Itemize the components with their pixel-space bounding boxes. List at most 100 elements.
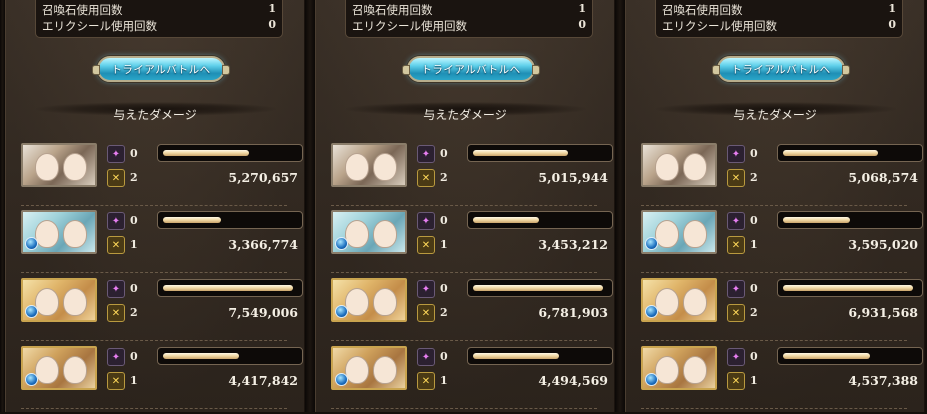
usage-stats-box: 召喚石使用回数 1 エリクシール使用回数 0 [655,0,903,38]
damage-bar [777,279,923,297]
character-portrait[interactable] [331,143,407,187]
chain-count: 2 [750,306,758,319]
character-portrait[interactable] [331,346,407,390]
character-damage-row: ✦ 0 ✕ 2 7,549,006 [6,278,306,346]
character-damage-row: ✦ 0 ✕ 1 4,494,569 [316,346,616,414]
character-face [373,220,397,248]
elixir-uses-label: エリクシール使用回数 [662,19,777,33]
chain-burst-icon: ✕ [727,169,745,187]
chain-count: 2 [440,171,448,184]
damage-section-title: 与えたダメージ [733,108,817,122]
row-separator [331,205,597,206]
elixir-uses-value: 0 [578,18,586,31]
trial-battle-button-label: トライアルバトルへ [111,63,211,76]
ougi-star-icon: ✦ [107,145,125,163]
character-portrait[interactable] [641,143,717,187]
trial-battle-button[interactable]: トライアルバトルへ [92,56,230,82]
character-portrait[interactable] [641,346,717,390]
character-portrait[interactable] [21,143,97,187]
ougi-count: 0 [130,147,138,160]
character-damage-row: ✦ 0 ✕ 1 3,366,774 [6,210,306,278]
damage-bar-fill [163,150,249,156]
water-element-icon [335,237,348,250]
chain-count: 2 [750,171,758,184]
character-face [35,356,59,384]
character-damage-row: ✦ 0 ✕ 2 5,015,944 [316,143,616,211]
elixir-uses-value: 0 [268,18,276,31]
character-face [63,288,87,316]
damage-bar [157,144,303,162]
ougi-star-icon: ✦ [417,145,435,163]
chain-count: 2 [440,306,448,319]
character-face [373,356,397,384]
damage-value: 4,537,388 [848,373,918,388]
character-portrait[interactable] [21,210,97,254]
character-damage-row: ✦ 0 ✕ 1 3,595,020 [626,210,926,278]
character-portrait[interactable] [641,278,717,322]
row-separator [641,408,907,409]
damage-bar [467,211,613,229]
ougi-star-icon: ✦ [727,212,745,230]
damage-bar-fill [473,150,568,156]
character-face [655,220,679,248]
summon-uses-row: 召喚石使用回数 1 [42,2,276,18]
summon-uses-value: 1 [888,2,896,15]
row-separator [21,408,287,409]
character-damage-row: ✦ 0 ✕ 1 4,417,842 [6,346,306,414]
chain-count: 1 [130,238,138,251]
trial-battle-button[interactable]: トライアルバトルへ [402,56,540,82]
damage-value: 7,549,006 [228,305,298,320]
damage-value: 5,015,944 [538,170,608,185]
damage-bar-fill [783,285,913,291]
damage-bar-fill [783,353,870,359]
damage-value: 5,068,574 [848,170,918,185]
damage-bar [777,144,923,162]
damage-bar-fill [163,217,221,223]
character-face [63,153,87,181]
damage-bar-fill [473,217,539,223]
ougi-star-icon: ✦ [727,280,745,298]
row-separator [641,272,907,273]
usage-stats-box: 召喚石使用回数 1 エリクシール使用回数 0 [345,0,593,38]
ougi-count: 0 [750,282,758,295]
damage-value: 5,270,657 [228,170,298,185]
damage-bar-fill [783,150,878,156]
damage-bar [777,347,923,365]
chain-count: 1 [440,238,448,251]
damage-value: 6,781,903 [538,305,608,320]
character-portrait[interactable] [331,278,407,322]
ougi-star-icon: ✦ [107,348,125,366]
damage-bar [777,211,923,229]
ougi-star-icon: ✦ [727,145,745,163]
character-portrait[interactable] [331,210,407,254]
character-face [683,153,707,181]
elixir-uses-row: エリクシール使用回数 0 [352,18,586,34]
results-screen: 召喚石使用回数 1 エリクシール使用回数 0 トライアルバトルへ 与えたダメージ… [0,0,927,412]
chain-burst-icon: ✕ [727,304,745,322]
elixir-uses-value: 0 [888,18,896,31]
damage-value: 3,453,212 [538,237,608,252]
character-damage-row: ✦ 0 ✕ 1 3,453,212 [316,210,616,278]
damage-value: 3,595,020 [848,237,918,252]
character-face [683,356,707,384]
chain-burst-icon: ✕ [107,236,125,254]
damage-value: 6,931,568 [848,305,918,320]
chain-burst-icon: ✕ [417,236,435,254]
character-portrait[interactable] [21,278,97,322]
ougi-count: 0 [440,282,448,295]
trial-battle-button[interactable]: トライアルバトルへ [712,56,850,82]
ougi-star-icon: ✦ [107,280,125,298]
row-separator [331,408,597,409]
chain-count: 2 [130,171,138,184]
chain-count: 1 [130,374,138,387]
damage-bar [157,211,303,229]
ougi-count: 0 [440,214,448,227]
water-element-icon [25,373,38,386]
character-face [345,220,369,248]
ougi-star-icon: ✦ [417,348,435,366]
character-portrait[interactable] [641,210,717,254]
chain-burst-icon: ✕ [107,372,125,390]
chain-burst-icon: ✕ [417,169,435,187]
character-face [35,220,59,248]
character-portrait[interactable] [21,346,97,390]
